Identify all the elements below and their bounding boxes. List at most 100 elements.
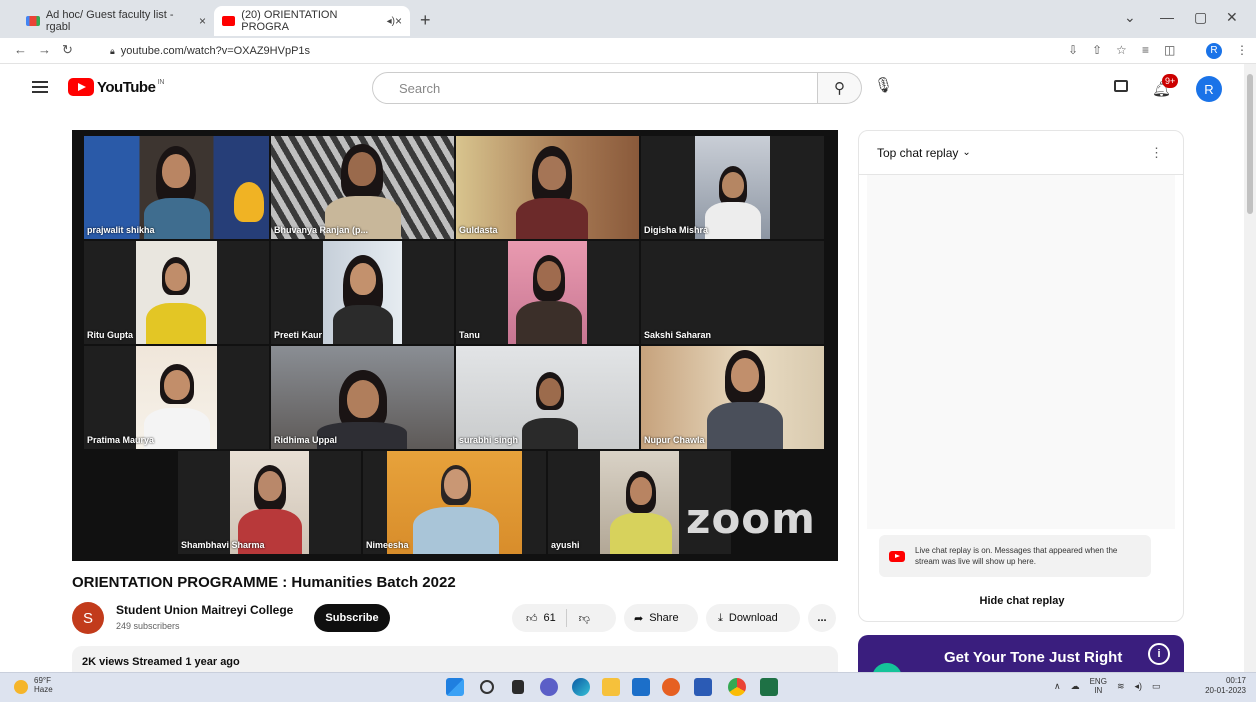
url-text: youtube.com/watch?v=OXAZ9HVpP1s: [120, 45, 311, 57]
forward-button[interactable]: →: [38, 42, 51, 57]
taskbar-search-icon[interactable]: [480, 680, 494, 694]
new-tab-button[interactable]: +: [420, 10, 431, 31]
channel-name[interactable]: Student Union Maitreyi College: [116, 603, 293, 617]
firefox-icon[interactable]: [662, 678, 680, 696]
url-field[interactable]: 🔒︎ youtube.com/watch?v=OXAZ9HVpP1s: [110, 42, 1070, 60]
speaker-icon[interactable]: ◂): [387, 16, 395, 27]
zoom-watermark: zoom: [686, 494, 816, 543]
address-bar-row: ← → ↻ 🔒︎ youtube.com/watch?v=OXAZ9HVpP1s…: [0, 38, 1256, 64]
volume-icon[interactable]: ◂): [1134, 681, 1142, 692]
taskbar-clock[interactable]: 00:17 20-01-2023: [1198, 676, 1246, 696]
youtube-logo[interactable]: YouTube IN: [68, 78, 164, 96]
tab-label: Ad hoc/ Guest faculty list - rgabl: [45, 9, 174, 33]
notifications-badge: 9+: [1162, 74, 1179, 88]
subscribe-button[interactable]: Subscribe: [314, 604, 390, 632]
country-code: IN: [157, 78, 165, 86]
account-avatar[interactable]: R: [1196, 76, 1222, 102]
task-view-icon[interactable]: [512, 680, 524, 694]
browser-profile-avatar[interactable]: R: [1206, 43, 1222, 59]
onedrive-icon[interactable]: ☁︎: [1071, 681, 1080, 692]
menu-icon[interactable]: [32, 81, 48, 93]
share-button[interactable]: ➦ Share: [624, 604, 698, 632]
tab-search-icon[interactable]: ⌄: [1124, 9, 1136, 26]
participant-name: Shambhavi Sharma: [181, 540, 265, 550]
like-dislike-group: 👍︎ 61 👎︎: [512, 604, 616, 632]
view-stats: 2K views Streamed 1 year ago: [82, 656, 240, 668]
participant-tile: Ritu Gupta: [84, 241, 269, 344]
youtube-play-icon: [68, 78, 94, 96]
more-actions-button[interactable]: ...: [808, 604, 836, 632]
participant-tile: Bhuvanya Ranjan (p...: [271, 136, 454, 239]
participant-name: Pratima Maurya: [87, 435, 155, 445]
clock-time: 00:17: [1225, 676, 1246, 685]
participant-name: Sakshi Saharan: [644, 330, 712, 340]
show-hidden-icons-icon[interactable]: ∧: [1054, 681, 1061, 692]
participant-name: Digisha Mishra: [644, 225, 709, 235]
tab-label: (20) ORIENTATION PROGRA: [241, 9, 338, 33]
side-panel-icon[interactable]: ◫: [1164, 43, 1175, 57]
participant-name: Nupur Chawla: [644, 435, 705, 445]
language-code: ENG: [1089, 677, 1107, 686]
language-indicator[interactable]: ENG IN: [1090, 677, 1107, 695]
battery-icon[interactable]: ▭: [1152, 681, 1161, 692]
tab-close-button[interactable]: ×: [199, 14, 206, 28]
search-input[interactable]: Search: [372, 72, 818, 104]
chat-options-icon[interactable]: ⋮: [1150, 145, 1163, 161]
share-page-icon[interactable]: ⇧: [1092, 43, 1102, 57]
youtube-icon: [889, 550, 905, 562]
weather-condition: Haze: [34, 685, 53, 694]
chat-messages-area: [867, 175, 1175, 529]
chat-header[interactable]: Top chat replay ⌄: [859, 131, 1183, 175]
browser-menu-icon[interactable]: ⋮: [1236, 43, 1248, 57]
voice-search-icon[interactable]: 🎙︎: [874, 76, 893, 94]
file-explorer-icon[interactable]: [602, 678, 620, 696]
youtube-wordmark: YouTube: [97, 78, 156, 96]
participant-tile: Shambhavi Sharma: [178, 451, 361, 554]
download-button[interactable]: ⤓ Download: [706, 604, 800, 632]
teams-chat-icon[interactable]: [540, 678, 558, 696]
tab-close-button[interactable]: ×: [395, 14, 402, 28]
maximize-button[interactable]: ▢: [1194, 9, 1207, 26]
tab-youtube[interactable]: (20) ORIENTATION PROGRA ◂) ×: [214, 6, 410, 36]
channel-avatar[interactable]: S: [72, 602, 104, 634]
mail-icon[interactable]: [632, 678, 650, 696]
wifi-icon[interactable]: ≋: [1117, 681, 1125, 692]
chat-replay-notice: Live chat replay is on. Messages that ap…: [879, 535, 1151, 577]
word-icon[interactable]: [694, 678, 712, 696]
close-window-button[interactable]: ✕: [1226, 9, 1238, 26]
excel-icon[interactable]: [760, 678, 778, 696]
tab-gmail[interactable]: Ad hoc/ Guest faculty list - rgabl ×: [18, 6, 214, 36]
back-button[interactable]: ←: [14, 42, 27, 57]
chat-mode-label: Top chat replay: [877, 145, 959, 160]
reload-button[interactable]: ↻: [62, 42, 73, 58]
participant-name: Tanu: [459, 330, 480, 340]
ad-info-icon[interactable]: i: [1148, 643, 1170, 665]
scrollbar-thumb[interactable]: [1247, 74, 1253, 214]
install-icon[interactable]: ⇩: [1068, 43, 1078, 57]
edge-icon[interactable]: [572, 678, 590, 696]
participant-tile: Tanu: [456, 241, 639, 344]
minimize-button[interactable]: —: [1160, 9, 1174, 25]
participant-name: Ritu Gupta: [87, 330, 133, 340]
create-video-icon[interactable]: [1114, 80, 1128, 92]
lock-icon: 🔒︎: [110, 45, 115, 56]
region-code: IN: [1094, 686, 1103, 695]
bookmark-star-icon[interactable]: ☆: [1116, 43, 1127, 57]
participant-tile: Digisha Mishra: [641, 136, 824, 239]
participant-tile: Sakshi Saharan: [641, 241, 824, 344]
participant-name: ayushi: [551, 540, 580, 550]
reading-list-icon[interactable]: ≡: [1142, 43, 1149, 57]
participant-tile: prajwalit shikha: [84, 136, 269, 239]
weather-sun-icon[interactable]: [14, 680, 28, 694]
like-button[interactable]: 👍︎ 61: [512, 609, 567, 627]
hide-chat-button[interactable]: Hide chat replay: [859, 583, 1183, 619]
participant-name: prajwalit shikha: [87, 225, 155, 235]
temperature: 69°F: [34, 676, 51, 685]
chrome-icon[interactable]: [728, 678, 746, 696]
live-chat-panel: Top chat replay ⌄ ⋮ Live chat replay is …: [858, 130, 1184, 622]
participant-name: Ridhima Uppal: [274, 435, 338, 445]
search-button[interactable]: ⚲: [818, 72, 862, 104]
dislike-button[interactable]: 👎︎: [567, 612, 602, 625]
start-icon[interactable]: [446, 678, 464, 696]
weather-widget[interactable]: 69°F Haze: [34, 676, 53, 694]
